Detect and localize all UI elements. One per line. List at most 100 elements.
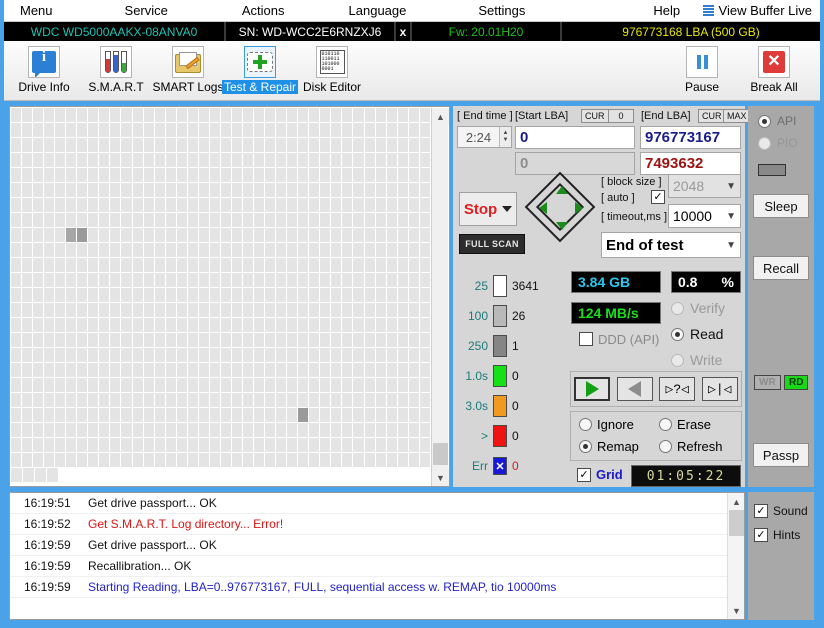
scan-map-cell[interactable] — [342, 138, 353, 152]
scan-map-cell[interactable] — [254, 213, 265, 227]
scan-map-cell[interactable] — [254, 123, 265, 137]
scan-map-cell[interactable] — [55, 423, 66, 437]
scan-map-cell[interactable] — [298, 273, 309, 287]
scan-map-cell[interactable] — [320, 438, 331, 452]
scan-map-cell[interactable] — [22, 453, 33, 467]
scan-map-cell[interactable] — [44, 258, 55, 272]
scan-map-cell[interactable] — [231, 393, 242, 407]
scan-map-cell[interactable] — [11, 393, 22, 407]
scan-map-cell[interactable] — [66, 258, 77, 272]
scan-map-cell[interactable] — [33, 333, 44, 347]
scan-map-cell[interactable] — [121, 318, 132, 332]
scan-map-cell[interactable] — [187, 303, 198, 317]
scan-map-cell[interactable] — [298, 288, 309, 302]
scan-map-cell[interactable] — [298, 123, 309, 137]
scan-map-cell[interactable] — [331, 333, 342, 347]
scan-map-cell[interactable] — [265, 288, 276, 302]
scan-map-cell[interactable] — [419, 153, 430, 167]
scan-map-cell[interactable] — [77, 168, 88, 182]
scan-map-cell[interactable] — [320, 198, 331, 212]
scan-map-cell[interactable] — [309, 288, 320, 302]
scan-map-cell[interactable] — [22, 198, 33, 212]
scan-map-cell[interactable] — [276, 438, 287, 452]
scan-map-cell[interactable] — [121, 423, 132, 437]
scan-map-cell[interactable] — [88, 123, 99, 137]
scan-map-cell[interactable] — [165, 393, 176, 407]
scan-map-cell[interactable] — [342, 423, 353, 437]
scan-map-cell[interactable] — [22, 123, 33, 137]
scan-map-cell[interactable] — [33, 138, 44, 152]
scan-map-cell[interactable] — [55, 288, 66, 302]
scan-map-cell[interactable] — [375, 273, 386, 287]
scan-map-cell[interactable] — [408, 168, 419, 182]
radio-icon[interactable] — [671, 327, 684, 341]
stop-button[interactable]: Stop — [459, 192, 517, 226]
scan-map-cell[interactable] — [132, 138, 143, 152]
scan-map-cell[interactable] — [220, 153, 231, 167]
scan-map-cell[interactable] — [298, 198, 309, 212]
scan-map-cell[interactable] — [231, 438, 242, 452]
scan-map-cell[interactable] — [298, 378, 309, 392]
scan-map-cell[interactable] — [298, 453, 309, 467]
scan-map-cell[interactable] — [209, 198, 220, 212]
scan-map-cell[interactable] — [99, 273, 110, 287]
scan-map-cell[interactable] — [364, 153, 375, 167]
scan-map-cell[interactable] — [419, 273, 430, 287]
scan-map-cell[interactable] — [242, 153, 254, 167]
scan-map-cell[interactable] — [254, 333, 265, 347]
scan-map-cell[interactable] — [33, 423, 44, 437]
scan-map-cell[interactable] — [209, 348, 220, 362]
action-option-ignore[interactable]: Ignore — [579, 417, 634, 432]
scan-map-cell[interactable] — [242, 303, 254, 317]
scan-map-cell[interactable] — [309, 453, 320, 467]
scan-map-cell[interactable] — [77, 288, 88, 302]
scan-map-cell[interactable] — [298, 408, 309, 422]
scan-map-cell[interactable] — [309, 243, 320, 257]
scan-map-cell[interactable] — [44, 228, 55, 242]
scan-map-cell[interactable] — [242, 168, 254, 182]
scan-map-cell[interactable] — [22, 303, 33, 317]
scan-map-cell[interactable] — [66, 243, 77, 257]
scan-map-cell[interactable] — [132, 393, 143, 407]
scan-map-cell[interactable] — [353, 363, 364, 377]
scan-map-cell[interactable] — [11, 108, 22, 122]
scan-map-cell[interactable] — [33, 108, 44, 122]
scan-map-cell[interactable] — [320, 273, 331, 287]
scan-map-cell[interactable] — [132, 288, 143, 302]
scan-map-cell[interactable] — [231, 288, 242, 302]
toolbar-button-test-repair[interactable]: Test & Repair — [221, 43, 299, 94]
scan-map-cell[interactable] — [143, 138, 154, 152]
scan-map-cell[interactable] — [331, 303, 342, 317]
scan-map-cell[interactable] — [143, 243, 154, 257]
scan-map-cell[interactable] — [265, 123, 276, 137]
seek-question-icon[interactable]: ▷?◁ — [659, 377, 696, 401]
scan-map-cell[interactable] — [419, 183, 430, 197]
scan-map-cell[interactable] — [220, 453, 231, 467]
menu-item-help[interactable]: Help — [647, 2, 686, 19]
scan-map-cell[interactable] — [187, 363, 198, 377]
scan-map-cell[interactable] — [408, 453, 419, 467]
scan-map-cell[interactable] — [187, 318, 198, 332]
scan-map-cell[interactable] — [121, 408, 132, 422]
scan-map-cell[interactable] — [44, 138, 55, 152]
scan-map-cell[interactable] — [386, 108, 397, 122]
scan-map-cell[interactable] — [298, 363, 309, 377]
scan-map-cell[interactable] — [331, 288, 342, 302]
scan-map-cell[interactable] — [44, 393, 55, 407]
scan-map-cell[interactable] — [254, 228, 265, 242]
scan-map-cell[interactable] — [11, 438, 22, 452]
scan-map-cell[interactable] — [88, 333, 99, 347]
scan-map-cell[interactable] — [419, 453, 430, 467]
scrollbar-thumb[interactable] — [433, 443, 448, 465]
scan-map-cell[interactable] — [121, 378, 132, 392]
scan-map-cell[interactable] — [187, 348, 198, 362]
scan-map-cell[interactable] — [176, 153, 187, 167]
scan-map-cell[interactable] — [342, 243, 353, 257]
scan-map-cell[interactable] — [88, 318, 99, 332]
scan-map-cell[interactable] — [386, 243, 397, 257]
scan-map-cell[interactable] — [198, 378, 209, 392]
scan-map-cell[interactable] — [276, 258, 287, 272]
sidebar-option-pio[interactable]: PIO — [758, 136, 798, 150]
scan-map-cell[interactable] — [342, 288, 353, 302]
scan-map-cell[interactable] — [309, 213, 320, 227]
